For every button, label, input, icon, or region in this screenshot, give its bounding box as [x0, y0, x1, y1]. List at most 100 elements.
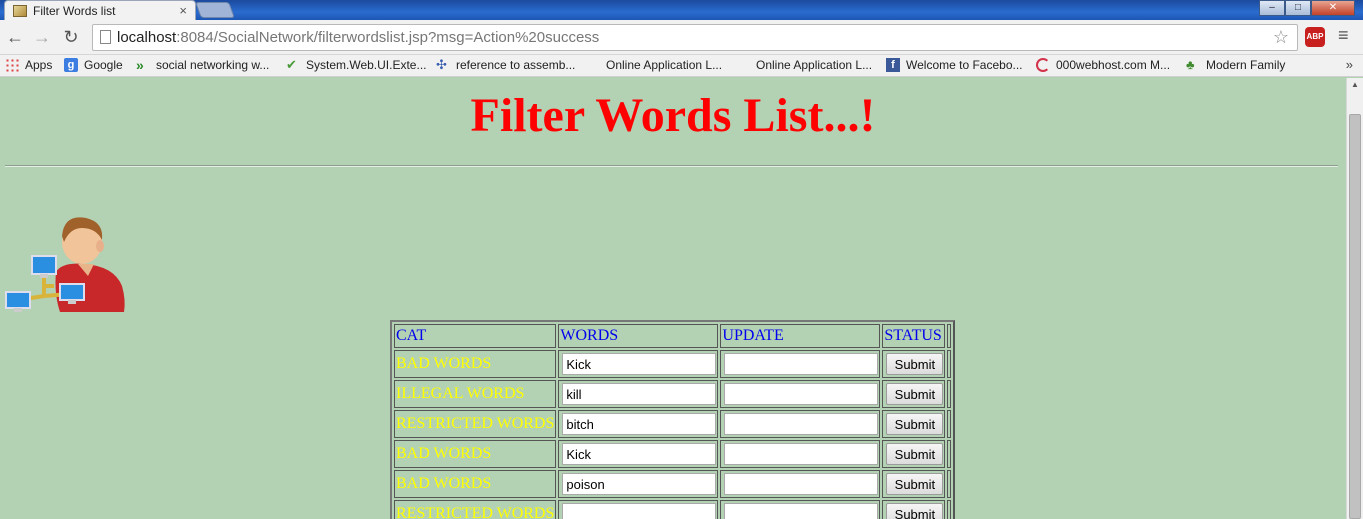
- apps-grid-icon: [5, 58, 19, 72]
- submit-button[interactable]: Submit: [886, 383, 944, 405]
- table-edge: [947, 410, 952, 438]
- adblock-plus-icon[interactable]: ABP: [1305, 27, 1325, 47]
- submit-button[interactable]: Submit: [886, 443, 944, 465]
- word-input[interactable]: [562, 443, 717, 465]
- horizontal-rule: [5, 165, 1338, 167]
- table-edge: [947, 470, 952, 498]
- status-cell: Submit: [882, 440, 946, 468]
- word-input[interactable]: [562, 383, 717, 405]
- maximize-button[interactable]: □: [1285, 0, 1311, 16]
- reload-icon[interactable]: ↻: [60, 27, 82, 48]
- bookmark-online-application-2[interactable]: Online Application L...: [756, 58, 872, 72]
- bookmark-000webhost[interactable]: 000webhost.com M...: [1036, 58, 1170, 72]
- words-cell: [558, 440, 719, 468]
- bookmark-google[interactable]: g Google: [64, 58, 123, 72]
- update-cell: [720, 500, 881, 519]
- update-input[interactable]: [724, 503, 879, 519]
- tab-close-icon[interactable]: ×: [179, 3, 187, 18]
- table-row: BAD WORDS Submit: [394, 350, 952, 378]
- words-cell: [558, 470, 719, 498]
- bookmark-social-networking[interactable]: » social networking w...: [136, 58, 269, 72]
- browser-tab[interactable]: Filter Words list ×: [4, 0, 196, 20]
- page-content: Filter Words List...! CAT WORDS UPDATE S…: [0, 78, 1346, 519]
- update-cell: [720, 440, 881, 468]
- category-cell: ILLEGAL WORDS: [394, 380, 557, 408]
- bookmark-label: Welcome to Facebo...: [906, 58, 1023, 72]
- page-icon: [100, 30, 111, 44]
- update-input[interactable]: [724, 443, 879, 465]
- bookmark-facebook[interactable]: f Welcome to Facebo...: [886, 58, 1023, 72]
- window-controls: – □ ✕: [1259, 0, 1355, 16]
- submit-button[interactable]: Submit: [886, 473, 944, 495]
- bookmark-reference-assembly[interactable]: ✣ reference to assemb...: [436, 58, 575, 73]
- bookmark-system-web-ui[interactable]: ✔ System.Web.UI.Exte...: [286, 57, 427, 73]
- word-input[interactable]: [562, 473, 717, 495]
- bookmarks-more-icon[interactable]: »: [1346, 57, 1353, 72]
- bookmark-label: 000webhost.com M...: [1056, 58, 1171, 72]
- google-icon: g: [64, 58, 78, 72]
- status-cell: Submit: [882, 470, 946, 498]
- update-cell: [720, 380, 881, 408]
- url-host: localhost: [117, 29, 177, 46]
- update-cell: [720, 470, 881, 498]
- update-input[interactable]: [724, 383, 879, 405]
- browser-toolbar: ← → ↻ localhost:8084/SocialNetwork/filte…: [0, 20, 1363, 55]
- bookmark-label: social networking w...: [156, 58, 270, 72]
- status-cell: Submit: [882, 350, 946, 378]
- table-row: ILLEGAL WORDS Submit: [394, 380, 952, 408]
- bookmark-modern-family[interactable]: ♣ Modern Family: [1186, 58, 1286, 73]
- bookmark-label: Modern Family: [1206, 58, 1286, 72]
- status-cell: Submit: [882, 500, 946, 519]
- submit-button[interactable]: Submit: [886, 413, 944, 435]
- bookmark-label: System.Web.UI.Exte...: [306, 58, 427, 72]
- update-cell: [720, 410, 881, 438]
- bookmark-star-icon[interactable]: ☆: [1273, 27, 1289, 48]
- category-cell: BAD WORDS: [394, 470, 557, 498]
- header-update: UPDATE: [720, 324, 881, 348]
- checkmark-icon: ✔: [286, 57, 297, 72]
- new-tab-button[interactable]: [195, 2, 235, 18]
- status-cell: Submit: [882, 380, 946, 408]
- vertical-scrollbar[interactable]: ▲: [1346, 78, 1363, 519]
- chrome-menu-icon[interactable]: ≡: [1338, 25, 1349, 46]
- table-row: BAD WORDS Submit: [394, 470, 952, 498]
- submit-button[interactable]: Submit: [886, 503, 944, 519]
- header-status: STATUS: [882, 324, 946, 348]
- filter-words-table: CAT WORDS UPDATE STATUS BAD WORDSSubmitI…: [390, 320, 956, 519]
- window-close-button[interactable]: ✕: [1311, 0, 1355, 16]
- table-edge: [947, 380, 952, 408]
- page-favicon-icon: [13, 4, 27, 17]
- category-cell: BAD WORDS: [394, 440, 557, 468]
- table-edge: [947, 500, 952, 519]
- bookmark-label: Google: [84, 58, 123, 72]
- minimize-button[interactable]: –: [1259, 0, 1285, 16]
- table-edge: [947, 324, 952, 348]
- header-words: WORDS: [558, 324, 719, 348]
- update-input[interactable]: [724, 413, 879, 435]
- update-input[interactable]: [724, 353, 879, 375]
- scrollbar-thumb[interactable]: [1349, 114, 1361, 519]
- window-titlebar: Filter Words list × – □ ✕: [0, 0, 1363, 20]
- submit-button[interactable]: Submit: [886, 353, 944, 375]
- scroll-up-arrow-icon[interactable]: ▲: [1351, 80, 1359, 89]
- url-path: :8084/SocialNetwork/filterwordslist.jsp?…: [176, 29, 600, 46]
- forward-arrow-icon[interactable]: →: [31, 27, 53, 48]
- table-row: RESTRICTED WORDS Submit: [394, 500, 952, 519]
- table-edge: [947, 440, 952, 468]
- double-chevron-icon: »: [136, 57, 144, 73]
- back-arrow-icon[interactable]: ←: [4, 27, 26, 48]
- category-cell: RESTRICTED WORDS: [394, 500, 557, 519]
- word-input[interactable]: [562, 503, 717, 519]
- header-cat: CAT: [394, 324, 557, 348]
- bookmark-online-application-1[interactable]: Online Application L...: [606, 58, 722, 72]
- facebook-icon: f: [886, 58, 900, 72]
- word-input[interactable]: [562, 413, 717, 435]
- update-cell: [720, 350, 881, 378]
- address-bar[interactable]: localhost:8084/SocialNetwork/filterwords…: [92, 24, 1298, 51]
- update-input[interactable]: [724, 473, 879, 495]
- word-input[interactable]: [562, 353, 717, 375]
- bookmark-label: Apps: [25, 58, 53, 72]
- table-edge: [947, 350, 952, 378]
- status-cell: Submit: [882, 410, 946, 438]
- bookmark-apps[interactable]: Apps: [5, 58, 52, 72]
